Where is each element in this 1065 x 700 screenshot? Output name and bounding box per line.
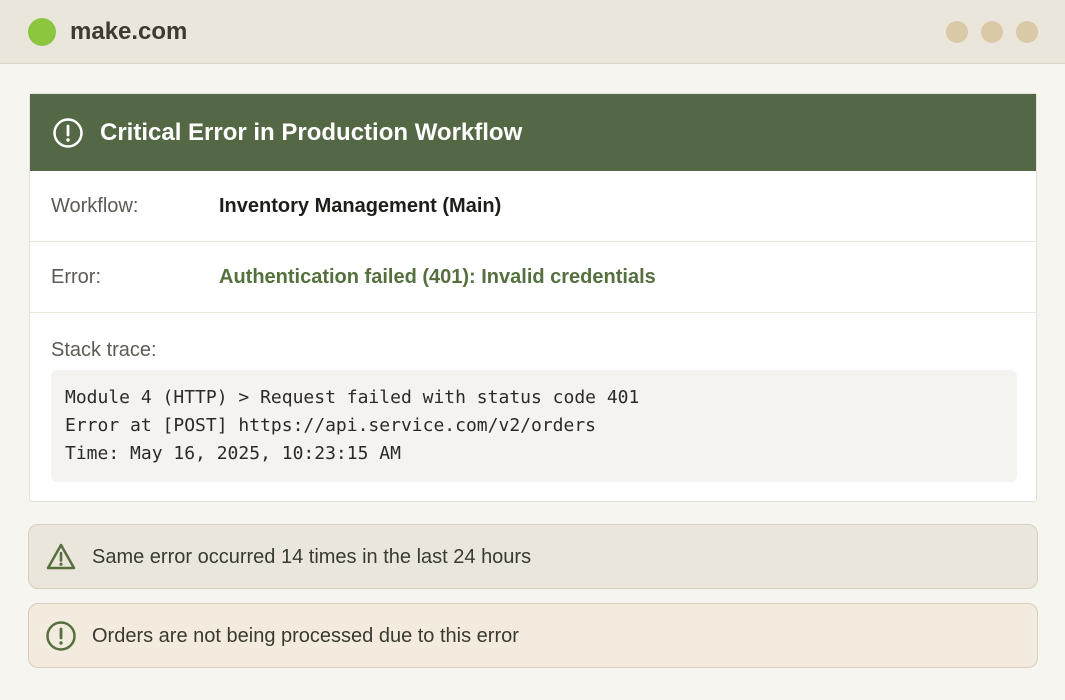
warning-triangle-icon xyxy=(46,543,76,570)
error-card: Critical Error in Production Workflow Wo… xyxy=(29,93,1037,502)
stack-trace-line: Time: May 16, 2025, 10:23:15 AM xyxy=(65,443,401,464)
stack-trace-label: Stack trace: xyxy=(51,339,157,361)
error-value: Authentication failed (401): Invalid cre… xyxy=(219,266,656,288)
app-title: make.com xyxy=(70,18,188,45)
stack-trace-box: Module 4 (HTTP) > Request failed with st… xyxy=(51,370,1017,482)
window-close-button[interactable] xyxy=(1016,21,1038,43)
title-bar: make.com xyxy=(0,0,1065,64)
window-maximize-button[interactable] xyxy=(981,21,1003,43)
workflow-row: Workflow: Inventory Management (Main) xyxy=(30,171,1036,242)
recurrence-alert-text: Same error occurred 14 times in the last… xyxy=(92,546,532,568)
alert-circle-icon xyxy=(46,621,76,651)
alert-circle-icon xyxy=(53,118,83,148)
workflow-label: Workflow: xyxy=(51,195,139,217)
recurrence-alert: Same error occurred 14 times in the last… xyxy=(28,524,1038,589)
error-card-header: Critical Error in Production Workflow xyxy=(30,94,1036,171)
error-label: Error: xyxy=(51,266,101,288)
brand-logo-icon xyxy=(28,18,56,46)
impact-alert: Orders are not being processed due to th… xyxy=(28,603,1038,668)
stack-trace-line: Error at [POST] https://api.service.com/… xyxy=(65,415,597,436)
error-row: Error: Authentication failed (401): Inva… xyxy=(30,242,1036,313)
stack-trace-line: Module 4 (HTTP) > Request failed with st… xyxy=(65,387,640,408)
impact-alert-text: Orders are not being processed due to th… xyxy=(92,625,519,647)
workflow-value: Inventory Management (Main) xyxy=(219,195,502,217)
error-card-title: Critical Error in Production Workflow xyxy=(100,119,523,146)
window-minimize-button[interactable] xyxy=(946,21,968,43)
